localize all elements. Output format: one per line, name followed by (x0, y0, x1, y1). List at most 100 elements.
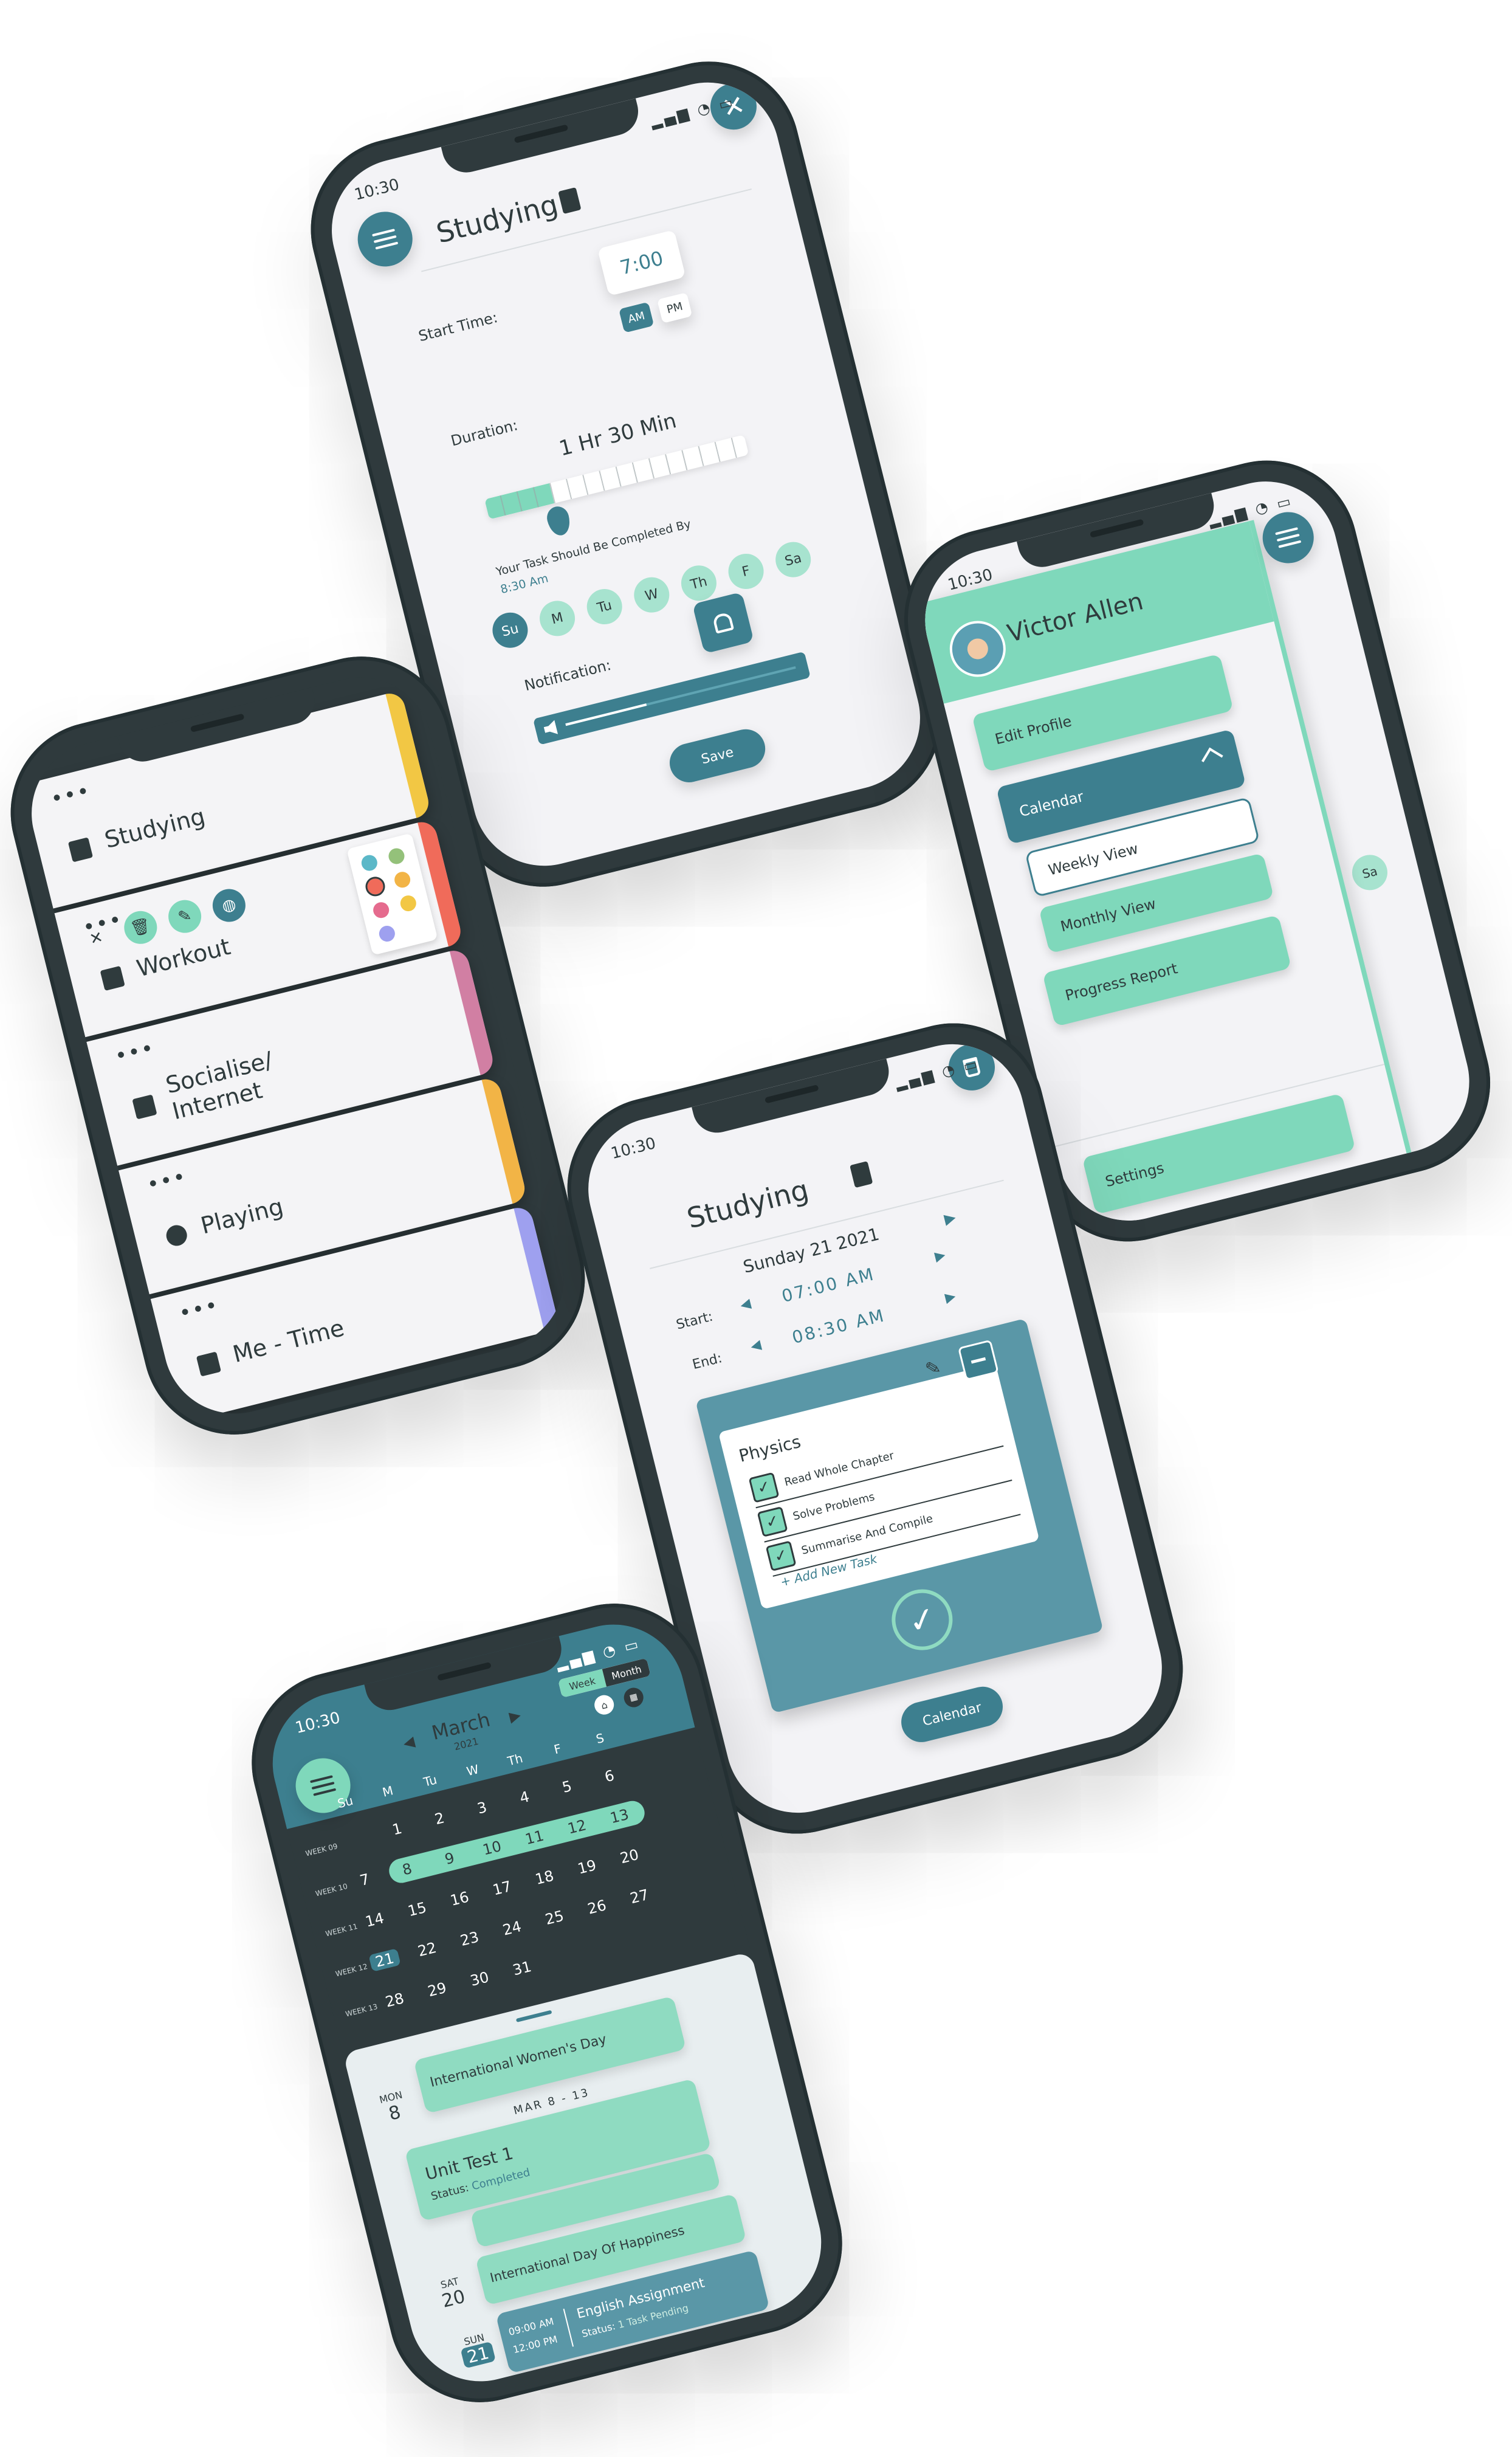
calendar-button[interactable]: Calendar (897, 1682, 1008, 1746)
calendar-day[interactable]: 18 (528, 1866, 560, 1889)
basketball-icon (164, 1222, 190, 1249)
status-time: 10:30 (352, 175, 402, 204)
divider (563, 2309, 574, 2347)
checkbox[interactable]: ✓ (748, 1472, 780, 1503)
activity-title: Playing (198, 1193, 286, 1239)
more-icon[interactable]: ••• (176, 1293, 221, 1326)
activity-color-stripe (514, 1204, 560, 1332)
duration-label: Duration: (448, 416, 520, 450)
book-icon (67, 837, 94, 863)
volume-fill (565, 703, 647, 726)
day-toggle-m[interactable]: M (535, 597, 579, 640)
calendar-day[interactable]: 7 (348, 1868, 380, 1892)
activity-color-stripe (449, 947, 496, 1075)
notification-label: Notification: (523, 656, 613, 695)
more-icon[interactable]: ••• (145, 1164, 190, 1197)
notch (441, 98, 644, 178)
paint-icon[interactable]: ◍ (209, 885, 249, 926)
calendar-day[interactable]: 26 (581, 1895, 613, 1919)
calendar-day[interactable]: 17 (486, 1876, 518, 1900)
next-end-icon[interactable]: ▶ (944, 1289, 957, 1306)
bell-button[interactable] (692, 591, 754, 654)
palette-swatch[interactable] (363, 874, 387, 898)
start-time-input[interactable]: 7:00 (597, 229, 686, 296)
trash-icon[interactable]: 🗑 (120, 908, 161, 948)
calendar-day[interactable]: 22 (411, 1938, 443, 1962)
calendar-day[interactable]: 24 (496, 1917, 528, 1940)
calendar-day[interactable]: 31 (506, 1957, 538, 1980)
mon-label: MON 8 (378, 2089, 404, 2125)
calendar-day[interactable]: 19 (571, 1855, 603, 1879)
edit-icon[interactable]: ✎ (923, 1356, 943, 1380)
hamburger-icon (372, 229, 399, 250)
prev-end-icon[interactable]: ◀ (749, 1337, 762, 1354)
calendar-day[interactable]: 6 (593, 1765, 625, 1788)
start-time-label: Start Time: (416, 308, 500, 345)
checkbox[interactable]: ✓ (765, 1540, 797, 1572)
palette-swatch[interactable] (387, 846, 407, 866)
next-start-icon[interactable]: ▶ (933, 1247, 947, 1264)
palette-swatch[interactable] (399, 894, 418, 913)
complete-button[interactable]: ✓ (885, 1583, 960, 1657)
menu-toggle-button[interactable] (1257, 506, 1319, 569)
calendar-day[interactable]: 16 (444, 1887, 476, 1911)
activity-color-stripe (385, 690, 432, 818)
activity-title: Me - Time (230, 1314, 347, 1368)
am-toggle[interactable]: AM (619, 302, 655, 333)
start-value[interactable]: 07:00 AM (780, 1264, 877, 1306)
menu-button[interactable] (352, 205, 419, 272)
sheet-handle[interactable] (515, 2010, 552, 2022)
activity-title: Studying (101, 802, 208, 854)
checkmark-icon: ✓ (904, 1597, 940, 1642)
calendar-day[interactable]: 15 (401, 1898, 433, 1921)
more-icon[interactable]: ••• (48, 779, 93, 812)
calendar-day[interactable]: 23 (453, 1927, 486, 1951)
prev-start-icon[interactable]: ◀ (739, 1296, 752, 1313)
settings-button[interactable]: Settings (1082, 1093, 1356, 1215)
dumbbell-icon (100, 965, 125, 991)
palette-swatch[interactable] (377, 924, 397, 943)
calendar-day[interactable]: 5 (551, 1775, 583, 1799)
calendar-day[interactable]: 4 (508, 1785, 540, 1809)
event-title: International Women's Day (428, 2031, 608, 2090)
end-label: End: (690, 1350, 724, 1373)
calendar-day[interactable]: 29 (421, 1978, 453, 2002)
more-icon[interactable]: ••• (112, 1036, 157, 1069)
checkbox[interactable]: ✓ (757, 1506, 788, 1537)
book-icon (558, 187, 582, 215)
calendar-day[interactable]: 27 (624, 1885, 656, 1909)
day-toggle-f[interactable]: F (724, 550, 768, 593)
calendar-day[interactable]: 2 (424, 1807, 456, 1830)
day-toggle-su[interactable]: Su (489, 608, 532, 652)
end-value[interactable]: 08:30 AM (790, 1305, 887, 1348)
pm-toggle[interactable]: PM (657, 292, 693, 323)
calendar-day[interactable]: 25 (538, 1906, 571, 1929)
next-date-icon[interactable]: ▶ (943, 1208, 958, 1228)
palette-swatch[interactable] (393, 870, 412, 890)
behind-day-dot: Sa (1348, 851, 1392, 894)
palette-swatch[interactable] (360, 853, 379, 873)
calendar-day[interactable]: 28 (379, 1988, 411, 2012)
week-label: WEEK 11 (325, 1921, 359, 1938)
palette-swatch[interactable] (371, 900, 391, 920)
calendar-day[interactable]: 21 (368, 1948, 401, 1972)
event-end-time: 12:00 PM (512, 2333, 559, 2356)
task-panel: Physics ✓ Read Whole Chapter ✓ Solve Proble… (695, 1318, 1104, 1714)
day-toggle-tu[interactable]: Tu (583, 585, 626, 629)
task-card: Physics ✓ Read Whole Chapter ✓ Solve Proble… (718, 1363, 1040, 1610)
activity-title: Socialise/ Internet (163, 1046, 275, 1125)
day-toggle-sa[interactable]: Sa (772, 538, 815, 581)
calendar-day[interactable]: 30 (464, 1967, 496, 1991)
duration-slider-handle[interactable] (545, 504, 573, 538)
save-button[interactable]: Save (665, 725, 769, 787)
minus-icon (971, 1357, 986, 1363)
calendar-day[interactable]: 20 (613, 1845, 645, 1869)
calendar-day[interactable]: 1 (381, 1818, 413, 1841)
calendar-day[interactable]: 3 (466, 1796, 498, 1820)
day-toggle-w[interactable]: W (630, 573, 673, 616)
book-icon (850, 1161, 873, 1188)
calendar-day[interactable]: 14 (359, 1908, 391, 1932)
pencil-icon[interactable]: ✎ (165, 896, 205, 937)
hamburger-icon (1275, 527, 1302, 548)
bell-icon (712, 612, 735, 634)
